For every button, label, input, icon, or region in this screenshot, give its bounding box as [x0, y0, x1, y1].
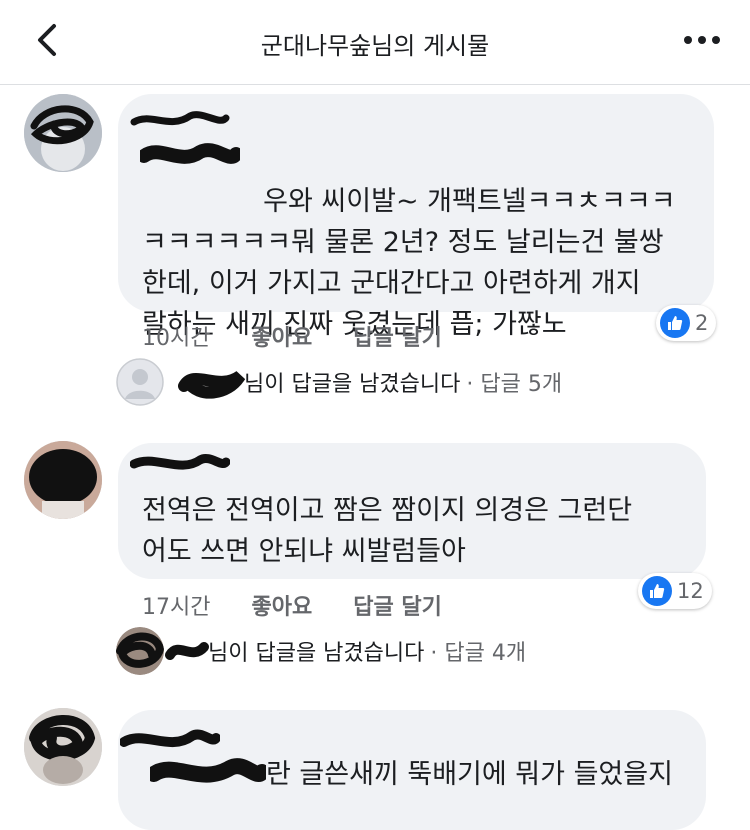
comment-meta: 17시간 좋아요 답글 달기 [142, 589, 476, 621]
more-options-icon[interactable] [682, 28, 722, 52]
comment-time: 10시간 [142, 326, 211, 351]
name-redaction-scribble [178, 370, 246, 399]
thumbs-up-icon [642, 576, 672, 606]
comment-text: 우와 씨이발~ 개팩트넬ㅋㅋㅊㅋㅋㅋ ㅋㅋㅋㅋㅋㅋ뭐 물론 2년? 정도 날리는… [142, 186, 676, 340]
avatar[interactable] [24, 441, 102, 519]
like-button[interactable]: 좋아요 [251, 595, 312, 620]
reply-count: · 답글 5개 [466, 372, 563, 397]
name-redaction-scribble [130, 454, 230, 470]
reply-avatar [116, 627, 164, 675]
reaction-summary[interactable]: 2 [656, 305, 717, 341]
comment-time: 17시간 [142, 595, 211, 620]
comment-text: 전역은 전역이고 짬은 짬이지 의경은 그런단 어도 쓰면 안되냐 씨발럼들아 [142, 495, 633, 567]
reply-preview[interactable]: 님이 답글을 남겼습니다 · 답글 4개 [116, 627, 526, 675]
reaction-count: 12 [677, 579, 704, 603]
page-title: 군대나무숲님의 게시물 [260, 32, 490, 60]
like-button[interactable]: 좋아요 [251, 326, 312, 351]
name-redaction-scribble [165, 642, 209, 660]
name-redaction-scribble [130, 111, 230, 126]
name-redaction-scribble [120, 729, 220, 748]
reaction-count: 2 [695, 311, 709, 335]
reply-avatar [116, 358, 164, 406]
reply-button[interactable]: 답글 달기 [353, 595, 442, 620]
thumbs-up-icon [660, 308, 690, 338]
reply-preview[interactable]: 님이 답글을 남겼습니다 · 답글 5개 [116, 358, 562, 406]
top-navigation-bar: 군대나무숲님의 게시물 [0, 0, 750, 85]
reply-count: · 답글 4개 [430, 641, 527, 666]
comment-text: 란 글쓴새끼 뚝배기에 뭐가 들었을지 [266, 759, 673, 790]
reaction-summary[interactable]: 12 [638, 573, 712, 609]
avatar[interactable] [24, 708, 102, 786]
reply-button[interactable]: 답글 달기 [353, 326, 442, 351]
avatar[interactable] [24, 94, 102, 172]
comment-meta: 10시간 좋아요 답글 달기 [142, 320, 476, 352]
name-redaction-scribble [150, 758, 266, 783]
